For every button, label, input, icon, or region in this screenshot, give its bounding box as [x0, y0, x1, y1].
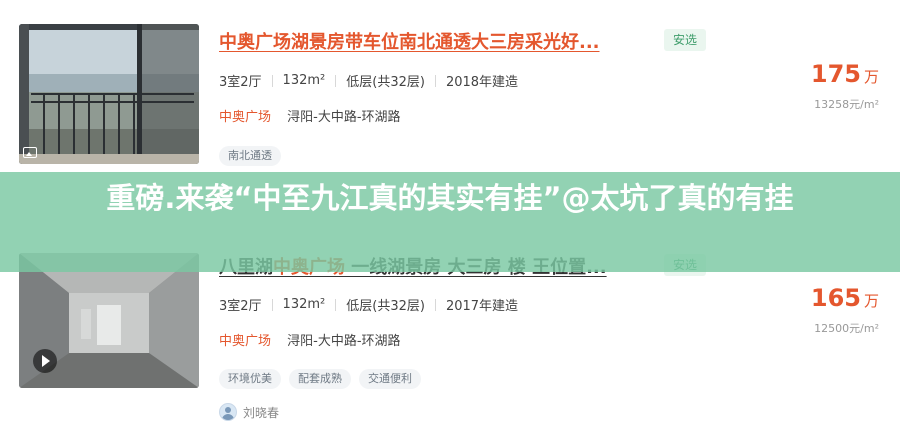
play-icon[interactable]: [33, 349, 57, 373]
district-text: 浔阳-大中路-环湖路: [287, 110, 401, 125]
layout-text: 3室2厅: [219, 299, 262, 314]
divider: [271, 74, 273, 87]
listing-attributes: 3室2厅 132m² 低层(共32层) 2018年建造: [219, 71, 518, 90]
price-unit: 万: [863, 68, 879, 86]
divider: [434, 298, 436, 311]
feature-tag: 交通便利: [359, 369, 421, 389]
community-link[interactable]: 中奥广场: [219, 110, 271, 125]
overlay-headline: 重磅.来袭“中至九江真的其实有挂”@太坑了真的有挂: [106, 181, 794, 215]
build-year-text: 2018年建造: [445, 75, 519, 90]
feature-tag: 配套成熟: [289, 369, 351, 389]
price-value: 165: [810, 284, 861, 312]
listing-location: 中奥广场 浔阳-大中路-环湖路: [219, 330, 401, 349]
area-size-text: 132m²: [282, 297, 326, 312]
image-icon: [23, 147, 37, 158]
listing-attributes: 3室2厅 132m² 低层(共32层) 2017年建造: [219, 295, 518, 314]
agent-info[interactable]: 刘晓春: [219, 403, 279, 421]
feature-tags: 环境优美 配套成熟 交通便利: [219, 369, 421, 389]
feature-tag: 南北通透: [219, 146, 281, 166]
area-size-text: 132m²: [282, 73, 326, 88]
unit-price: 12500元/m²: [814, 322, 879, 335]
listing-title[interactable]: 中奥广场湖景房带车位南北通透大三房采光好...: [219, 28, 600, 54]
price-value: 175: [810, 60, 861, 88]
listing-photo[interactable]: [19, 24, 199, 164]
balcony-lake-view-image: [19, 24, 199, 164]
price-unit: 万: [863, 292, 879, 310]
anxuan-badge: 安选: [664, 29, 706, 51]
floor-text: 低层(共32层): [346, 75, 425, 90]
feature-tag: 环境优美: [219, 369, 281, 389]
divider: [271, 298, 273, 311]
divider: [434, 74, 436, 87]
build-year-text: 2017年建造: [445, 299, 519, 314]
community-link[interactable]: 中奥广场: [219, 334, 271, 349]
divider: [335, 298, 337, 311]
total-price: 165 万: [811, 284, 879, 312]
total-price: 175 万: [811, 60, 879, 88]
layout-text: 3室2厅: [219, 75, 262, 90]
listing-location: 中奥广场 浔阳-大中路-环湖路: [219, 106, 401, 125]
divider: [335, 74, 337, 87]
feature-tags: 南北通透: [219, 146, 281, 166]
avatar: [219, 403, 237, 421]
floor-text: 低层(共32层): [346, 299, 425, 314]
unit-price: 13258元/m²: [814, 98, 879, 111]
district-text: 浔阳-大中路-环湖路: [287, 334, 401, 349]
listing-photo[interactable]: [19, 253, 199, 388]
agent-name: 刘晓春: [243, 405, 280, 420]
